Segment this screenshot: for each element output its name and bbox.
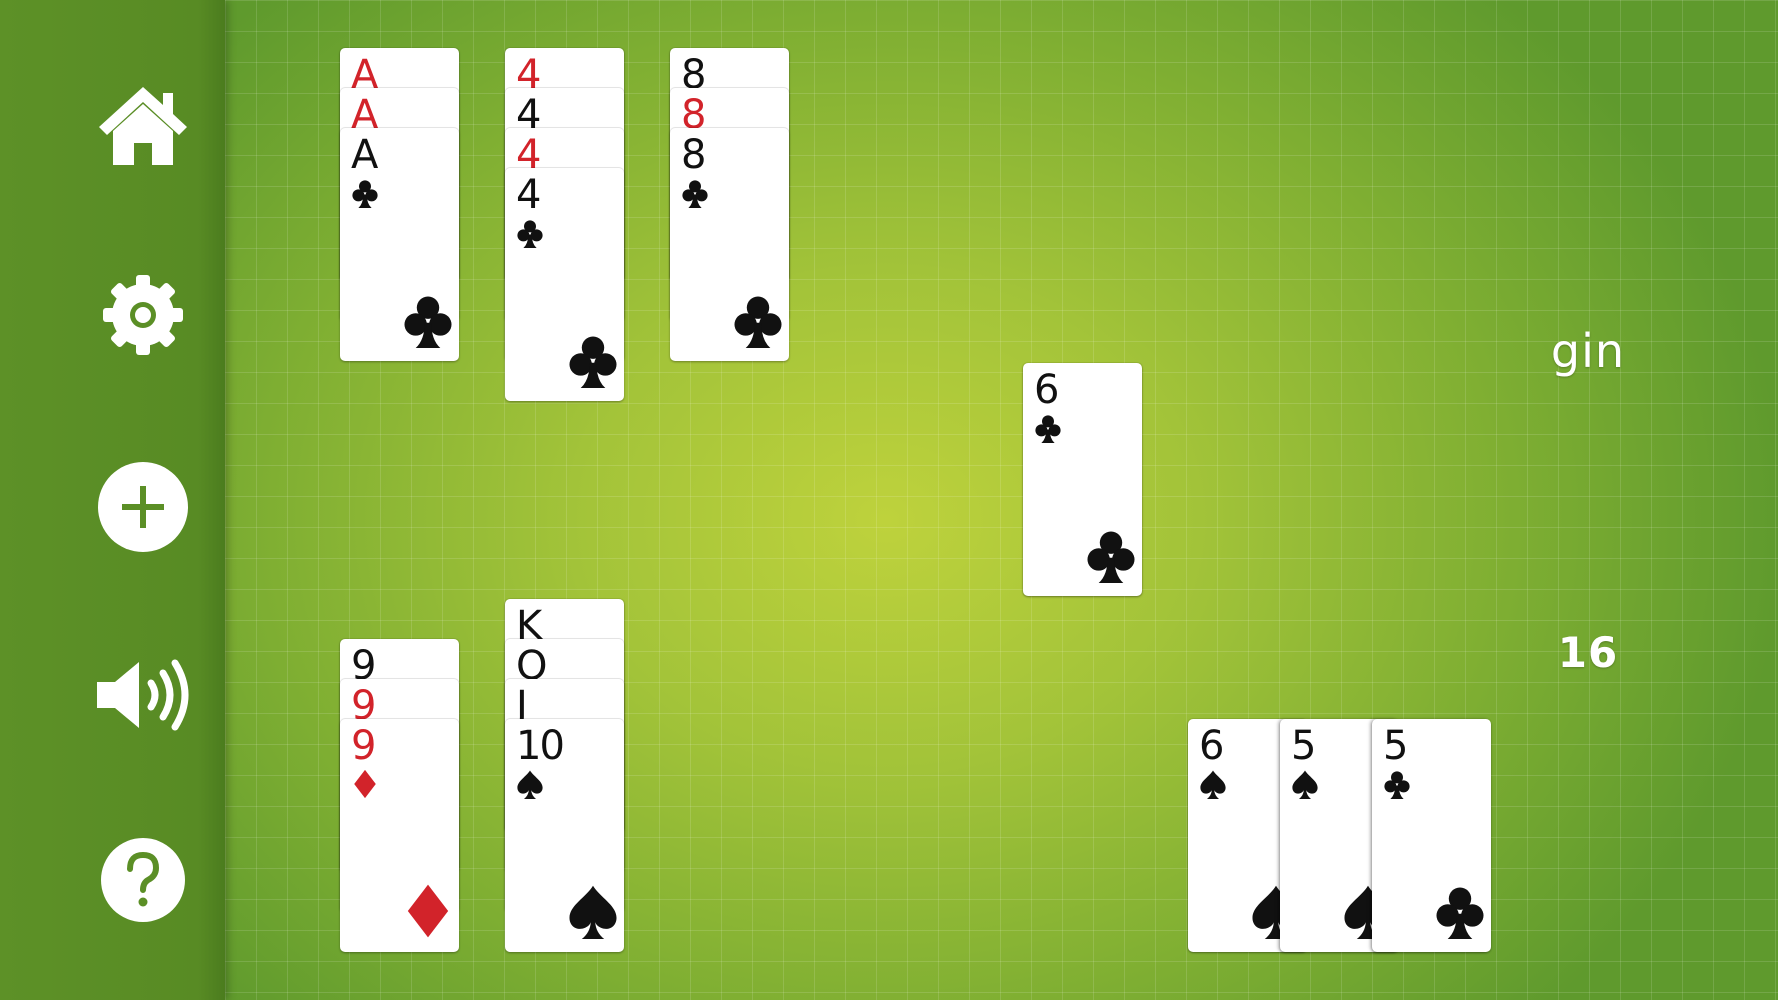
card-rank: 4 [516, 172, 541, 218]
playing-card[interactable]: A [340, 128, 459, 361]
settings-button[interactable] [88, 260, 198, 370]
card-rank: 9 [351, 723, 376, 769]
playing-card[interactable]: 4 [505, 168, 624, 401]
help-icon [100, 837, 186, 923]
speaker-icon [93, 656, 193, 734]
home-icon [97, 83, 189, 167]
playing-card[interactable]: 9 [340, 719, 459, 952]
card-rank: 5 [1383, 723, 1408, 769]
new-game-button[interactable] [88, 452, 198, 562]
game-screen: AAA4444888 6 9 9 9 K Q J 10 655 gin 16 [0, 0, 1778, 1000]
card-rank: 6 [1034, 367, 1059, 413]
home-button[interactable] [88, 70, 198, 180]
help-button[interactable] [88, 825, 198, 935]
sound-button[interactable] [88, 640, 198, 750]
gin-status-label: gin [1550, 324, 1626, 378]
game-table: AAA4444888 6 9 9 9 K Q J 10 655 [225, 0, 1778, 1000]
card-rank: 5 [1291, 723, 1316, 769]
playing-card[interactable]: 8 [670, 128, 789, 361]
card-rank: 6 [1199, 723, 1224, 769]
score-value: 16 [1557, 628, 1619, 677]
card-rank: A [351, 132, 378, 178]
playing-card[interactable]: 10 [505, 719, 624, 952]
card-rank: 8 [681, 132, 706, 178]
deadwood-card[interactable]: 5 [1372, 719, 1491, 952]
sidebar [0, 0, 225, 1000]
gear-icon [100, 272, 186, 358]
plus-icon [97, 461, 189, 553]
discard-card[interactable]: 6 [1023, 363, 1142, 596]
card-rank: 10 [516, 723, 565, 769]
